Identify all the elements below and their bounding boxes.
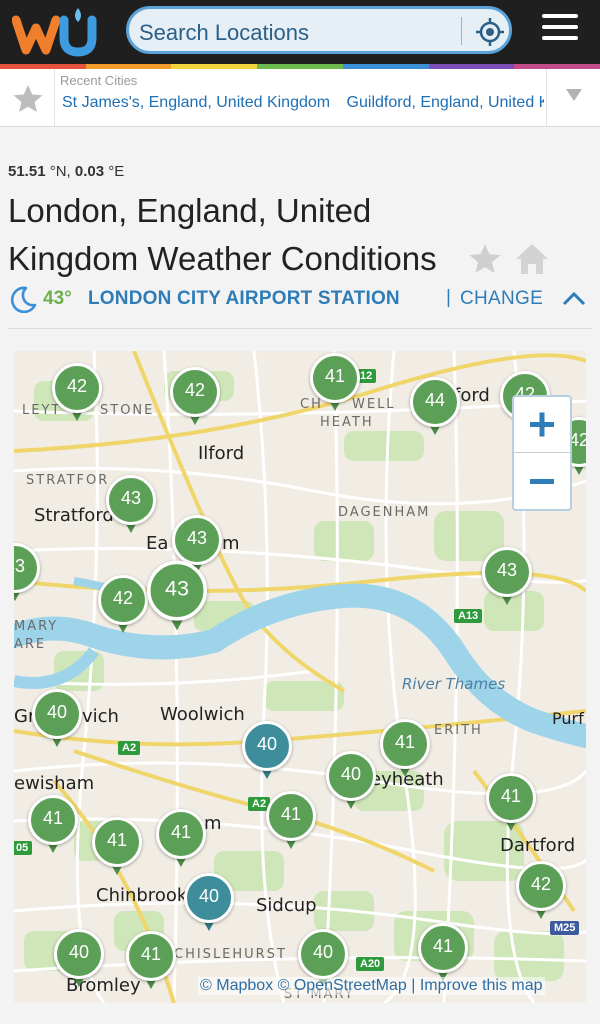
map-label: Dartford [500,835,576,856]
road-shield: A2 [118,741,141,755]
current-temperature: 43° [43,288,72,309]
latitude-value: 51.51 [8,163,46,180]
minus-icon [530,479,554,484]
map-label: STONE [100,403,155,418]
station-pin[interactable]: 40 [54,929,104,991]
station-pin[interactable]: 41 [156,809,206,871]
road-shield: M25 [550,921,580,935]
zoom-in-button[interactable] [514,397,570,453]
crosshair-icon[interactable] [475,17,505,47]
map-attribution[interactable]: © Mapbox © OpenStreetMap | Improve this … [198,977,545,995]
road-shield: A13 [454,609,483,623]
station-pin[interactable]: 40 [242,721,292,783]
station-pin[interactable]: 44 [410,377,460,439]
map-label: ARE [14,637,47,652]
map-label: ewisham [14,773,95,794]
map-label: m [204,813,222,834]
map-label: Purf [552,709,584,728]
coordinates: 51.51 °N, 0.03 °E [8,163,124,180]
recent-divider [54,69,55,127]
top-bar: wu Search Locations [0,0,600,64]
map-label: River Thames [402,675,506,693]
station-pin[interactable]: 40 [32,689,82,751]
search-input[interactable]: Search Locations [139,20,309,46]
wu-logo[interactable]: wu [12,6,100,58]
map-label: Sidcup [256,895,317,916]
map-label: CHISLEHURST [174,947,287,962]
station-pin[interactable]: 40 [184,873,234,935]
station-pin[interactable]: 41 [126,931,176,993]
station-pin[interactable]: 43 [482,547,532,609]
map-label: STRATFOR [26,473,110,488]
station-pin[interactable]: 41 [380,719,430,781]
home-icon[interactable] [514,242,550,276]
recent-cities-label: Recent Cities [60,73,138,88]
station-pin[interactable]: 40 [326,751,376,813]
map-label: vich [82,706,119,727]
station-pin[interactable]: 43 [106,475,156,537]
longitude-value: 0.03 [74,163,105,180]
recent-cities-bar: Recent Cities St James's, England, Unite… [0,69,600,127]
map-label: Chinbrook [96,885,188,906]
page-title-line1: London, England, United [8,192,372,229]
plus-icon [530,412,554,437]
recent-city-link[interactable]: St James's, England, United Kingdom [62,94,330,111]
zoom-out-button[interactable] [514,454,570,510]
map-label: Ilford [198,443,245,464]
station-name-link[interactable]: LONDON CITY AIRPORT STATION [88,288,400,310]
map-label: MARY [14,619,59,634]
latitude-unit: °N, [49,163,71,180]
map-label: ERITH [434,723,483,738]
map-label: Woolwich [160,704,245,725]
change-station-button[interactable]: CHANGE [460,288,543,310]
station-pin[interactable]: 41 [92,817,142,879]
search-divider [461,17,462,45]
station-pin[interactable]: 42 [52,363,102,425]
map-label: HEATH [320,415,374,430]
station-pin[interactable]: 41 [418,923,468,985]
map-label: Stratford [34,505,114,526]
triangle-down-icon [566,89,582,101]
station-separator: | [446,287,451,308]
station-pin[interactable]: 42 [98,575,148,637]
map-label: m [222,533,240,554]
recent-city-link[interactable]: Guildford, England, United Kingdom [347,94,544,111]
favorite-star-icon[interactable] [468,242,502,276]
chevron-up-icon[interactable] [562,290,586,306]
station-pin[interactable]: 41 [28,795,78,857]
recent-cities-list: St James's, England, United Kingdom Guil… [62,94,544,112]
station-pin[interactable]: 42 [516,861,566,923]
station-pin[interactable]: 42 [170,367,220,429]
page-title-line2: Kingdom Weather Conditions [8,240,437,277]
station-pin[interactable]: 41 [310,353,360,415]
station-pin[interactable]: 41 [266,791,316,853]
moon-icon [10,286,37,313]
svg-text:wu: wu [12,6,14,7]
current-conditions-row: 43° LONDON CITY AIRPORT STATION | CHANGE [6,284,596,314]
station-pin[interactable]: 41 [486,773,536,835]
hamburger-icon[interactable] [542,14,578,44]
map-label: DAGENHAM [338,505,431,520]
station-pin[interactable]: 43 [14,543,40,605]
road-shield: A20 [356,957,385,971]
weather-station-map[interactable]: LEYT STONE Ilford CH WELL HEATH ford STR… [14,351,586,1003]
divider [8,328,592,329]
station-pin[interactable]: 43 [147,560,207,635]
zoom-controls [512,395,572,511]
longitude-unit: °E [108,163,125,180]
search-box[interactable]: Search Locations [126,6,512,54]
recent-dropdown-button[interactable] [546,69,600,127]
star-icon[interactable] [12,83,44,115]
